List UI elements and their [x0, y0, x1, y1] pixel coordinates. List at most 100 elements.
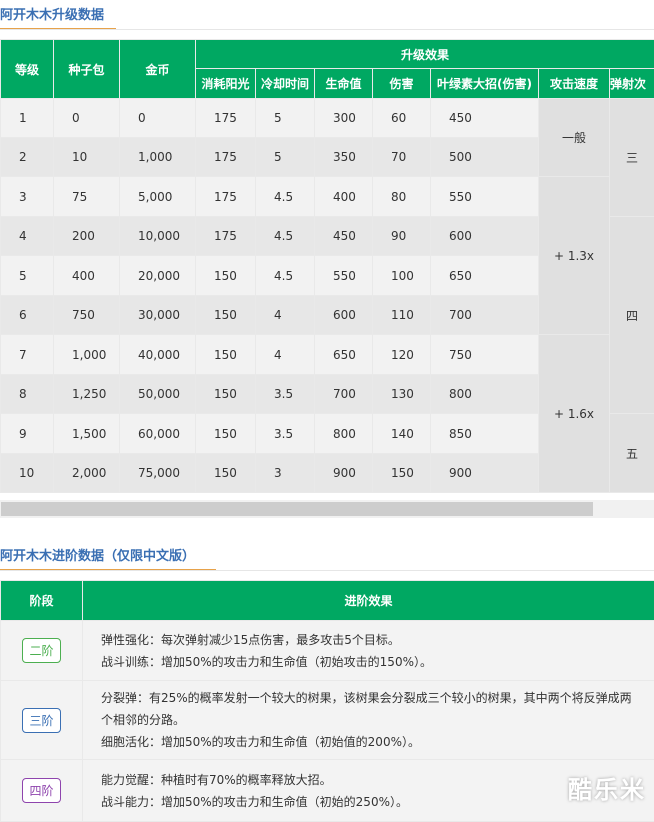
cooldown-cell: 4.5	[256, 177, 315, 217]
hp-cell: 550	[315, 256, 373, 296]
ultimate-cell: 550	[431, 177, 539, 217]
cooldown-cell: 3.5	[256, 375, 315, 414]
header-sun-cost: 消耗阳光	[196, 69, 256, 99]
bounce-cell: 三	[610, 99, 654, 217]
damage-cell: 150	[373, 454, 431, 493]
stage-badge: 四阶	[22, 778, 60, 803]
header-upgrade-effects: 升级效果	[196, 40, 654, 69]
effect-line: 战斗能力：增加50%的攻击力和生命值（初始的250%）。	[101, 791, 642, 813]
seed-cell: 1,500	[54, 414, 120, 454]
seed-cell: 10	[54, 138, 120, 177]
ultimate-cell: 800	[431, 375, 539, 414]
attack-speed-cell: + 1.6x	[539, 335, 610, 493]
hp-cell: 450	[315, 217, 373, 256]
effect-cell: 弹性强化：每次弹射减少15点伤害，最多攻击5个目标。 战斗训练：增加50%的攻击…	[83, 621, 654, 681]
header-seed-pack: 种子包	[54, 40, 120, 99]
table-row: 3 75 5,000 175 4.5 400 80 550 + 1.3x	[1, 177, 654, 217]
cooldown-cell: 4.5	[256, 217, 315, 256]
attack-speed-cell: + 1.3x	[539, 177, 610, 335]
header-level: 等级	[1, 40, 54, 99]
sun-cell: 150	[196, 335, 256, 375]
ultimate-cell: 900	[431, 454, 539, 493]
table-row: 1 0 0 175 5 300 60 450 一般 三	[1, 99, 654, 138]
ultimate-cell: 500	[431, 138, 539, 177]
damage-cell: 80	[373, 177, 431, 217]
sun-cell: 175	[196, 138, 256, 177]
header-advance-effect: 进阶效果	[83, 581, 654, 621]
gold-cell: 1,000	[120, 138, 196, 177]
level-cell: 7	[1, 335, 54, 375]
damage-cell: 120	[373, 335, 431, 375]
hp-cell: 350	[315, 138, 373, 177]
gold-cell: 75,000	[120, 454, 196, 493]
effect-line: 弹性强化：每次弹射减少15点伤害，最多攻击5个目标。	[101, 629, 642, 651]
ultimate-cell: 700	[431, 296, 539, 335]
effect-line: 能力觉醒：种植时有70%的概率释放大招。	[101, 769, 642, 791]
section-divider	[0, 570, 654, 571]
seed-cell: 1,250	[54, 375, 120, 414]
bounce-cell: 四	[610, 217, 654, 414]
upgrade-section-title: 阿开木木升级数据	[0, 4, 104, 23]
ultimate-cell: 750	[431, 335, 539, 375]
header-attack-speed: 攻击速度	[539, 69, 610, 99]
seed-cell: 0	[54, 99, 120, 138]
ultimate-cell: 650	[431, 256, 539, 296]
gold-cell: 20,000	[120, 256, 196, 296]
gold-cell: 0	[120, 99, 196, 138]
header-damage: 伤害	[373, 69, 431, 99]
seed-cell: 2,000	[54, 454, 120, 493]
stage-cell: 四阶	[1, 760, 83, 822]
sun-cell: 150	[196, 375, 256, 414]
seed-cell: 1,000	[54, 335, 120, 375]
ultimate-cell: 850	[431, 414, 539, 454]
gold-cell: 10,000	[120, 217, 196, 256]
effect-line: 分裂弹：有25%的概率发射一个较大的树果，该树果会分裂成三个较小的树果，其中两个…	[101, 687, 642, 731]
stage-cell: 二阶	[1, 621, 83, 681]
gold-cell: 60,000	[120, 414, 196, 454]
header-hp: 生命值	[315, 69, 373, 99]
ultimate-cell: 600	[431, 217, 539, 256]
table-row: 二阶 弹性强化：每次弹射减少15点伤害，最多攻击5个目标。 战斗训练：增加50%…	[1, 621, 654, 681]
header-cooldown: 冷却时间	[256, 69, 315, 99]
hp-cell: 300	[315, 99, 373, 138]
sun-cell: 150	[196, 454, 256, 493]
gold-cell: 5,000	[120, 177, 196, 217]
scrollbar-thumb[interactable]	[1, 502, 593, 516]
header-gold: 金币	[120, 40, 196, 99]
cooldown-cell: 3	[256, 454, 315, 493]
level-cell: 8	[1, 375, 54, 414]
gold-cell: 50,000	[120, 375, 196, 414]
header-bounce: 弹射次	[610, 69, 654, 99]
site-watermark: 酷乐米	[568, 770, 646, 805]
table-row: 四阶 能力觉醒：种植时有70%的概率释放大招。 战斗能力：增加50%的攻击力和生…	[1, 760, 654, 822]
ultimate-cell: 450	[431, 99, 539, 138]
hp-cell: 800	[315, 414, 373, 454]
level-cell: 5	[1, 256, 54, 296]
damage-cell: 60	[373, 99, 431, 138]
seed-cell: 400	[54, 256, 120, 296]
stage-badge: 三阶	[22, 708, 60, 733]
cooldown-cell: 4	[256, 296, 315, 335]
damage-cell: 70	[373, 138, 431, 177]
header-ultimate: 叶绿素大招(伤害)	[431, 69, 539, 99]
section-divider	[0, 29, 654, 30]
cooldown-cell: 4	[256, 335, 315, 375]
effect-cell: 分裂弹：有25%的概率发射一个较大的树果，该树果会分裂成三个较小的树果，其中两个…	[83, 681, 654, 760]
level-cell: 6	[1, 296, 54, 335]
bounce-cell: 五	[610, 414, 654, 493]
damage-cell: 100	[373, 256, 431, 296]
hp-cell: 900	[315, 454, 373, 493]
sun-cell: 175	[196, 217, 256, 256]
sun-cell: 175	[196, 99, 256, 138]
hp-cell: 650	[315, 335, 373, 375]
gold-cell: 40,000	[120, 335, 196, 375]
sun-cell: 150	[196, 414, 256, 454]
horizontal-scrollbar[interactable]	[0, 500, 654, 518]
level-cell: 9	[1, 414, 54, 454]
hp-cell: 400	[315, 177, 373, 217]
stage-badge: 二阶	[22, 638, 60, 663]
level-cell: 1	[1, 99, 54, 138]
damage-cell: 140	[373, 414, 431, 454]
level-cell: 2	[1, 138, 54, 177]
stage-cell: 三阶	[1, 681, 83, 760]
